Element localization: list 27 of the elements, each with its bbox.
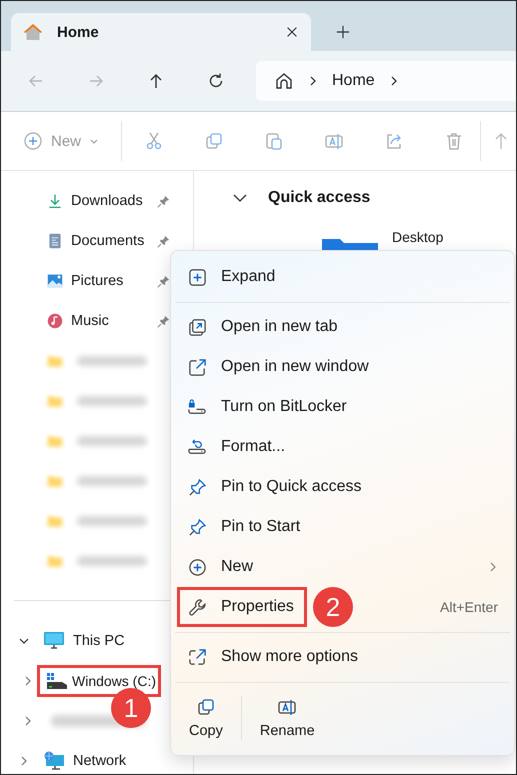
menu-action-button[interactable]: Copy	[181, 691, 231, 745]
menu-item[interactable]: Pin to Start	[177, 507, 314, 547]
sidebar-item[interactable]: Music	[71, 313, 109, 329]
menu-item[interactable]: Show more options	[177, 637, 371, 677]
menu-item[interactable]: Open in new tab	[177, 307, 351, 347]
menu-item[interactable]: Pin to Quick access	[177, 467, 374, 507]
menu-item[interactable]: Format...	[177, 427, 298, 467]
step-badge: 1	[111, 688, 151, 728]
menu-item[interactable]: Properties	[177, 587, 307, 627]
folder-name[interactable]: Desktop	[392, 229, 444, 245]
tab-title: Home	[57, 24, 100, 40]
shortcut-text: Alt+Enter	[440, 599, 498, 615]
address-bar[interactable]: Home	[256, 61, 516, 101]
tab[interactable]: Home	[11, 13, 311, 51]
menu-item[interactable]: New	[177, 547, 266, 587]
menu-item[interactable]: Turn on BitLocker	[177, 387, 360, 427]
menu-item[interactable]: Expand	[177, 257, 288, 297]
breadcrumb[interactable]: Home	[332, 72, 375, 90]
menu-item[interactable]: Open in new window	[177, 347, 382, 387]
menu-action-button[interactable]: Rename	[252, 691, 323, 745]
sidebar-item[interactable]: Network	[73, 753, 126, 769]
sidebar-item[interactable]: Downloads	[71, 193, 143, 209]
section-title: Quick access	[268, 189, 370, 207]
step-badge: 2	[312, 587, 353, 627]
sidebar-item[interactable]: Pictures	[71, 273, 124, 289]
sidebar-item[interactable]: Documents	[71, 233, 144, 249]
sidebar-item[interactable]: This PC	[73, 633, 125, 649]
